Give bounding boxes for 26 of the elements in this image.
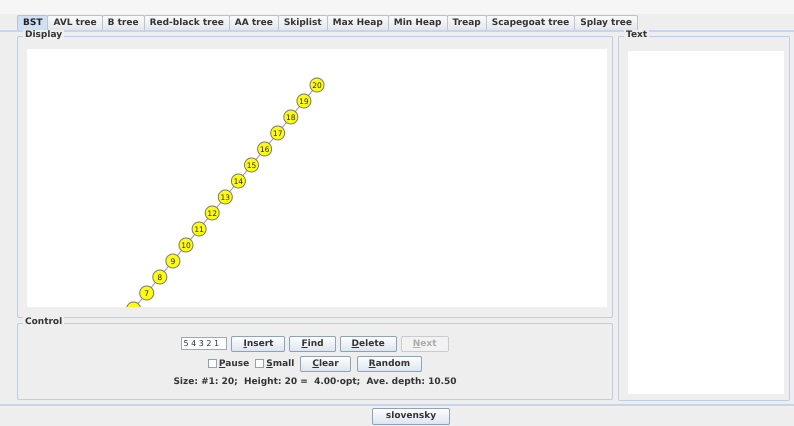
action-button[interactable]: Clear <box>300 356 351 372</box>
panel-title: Display <box>23 30 64 40</box>
tab[interactable]: Treap <box>446 15 487 30</box>
action-button[interactable]: Insert <box>231 336 286 352</box>
tab[interactable]: Scapegoat tree <box>486 15 576 30</box>
checkbox[interactable] <box>255 359 264 368</box>
tab[interactable]: Skiplist <box>278 15 328 30</box>
checkbox-label[interactable]: Small <box>266 358 294 369</box>
action-button[interactable]: Find <box>289 336 336 352</box>
checkbox[interactable] <box>208 359 217 368</box>
action-button[interactable]: Delete <box>340 336 397 352</box>
tab[interactable]: AA tree <box>228 15 279 30</box>
tab[interactable]: Min Heap <box>388 15 448 30</box>
tab[interactable]: Max Heap <box>326 15 389 30</box>
status-text: Size: #1: 20; Height: 20 = 4.00·opt; Ave. depth: 10.50 <box>173 376 457 387</box>
action-button[interactable]: Random <box>356 356 422 372</box>
input-field[interactable]: 5 4 3 2 1 <box>181 337 228 350</box>
checkbox-label[interactable]: Pause <box>218 358 250 369</box>
tab[interactable]: Red-black tree <box>144 15 230 30</box>
panel-title: Control <box>23 316 64 327</box>
tab[interactable]: BST <box>17 15 48 30</box>
language-button[interactable]: slovensky <box>372 408 450 424</box>
tab[interactable]: Splay tree <box>574 15 638 30</box>
tab[interactable]: AVL tree <box>47 15 103 30</box>
panel-title: Text <box>624 30 650 40</box>
tab[interactable]: B tree <box>102 15 145 30</box>
